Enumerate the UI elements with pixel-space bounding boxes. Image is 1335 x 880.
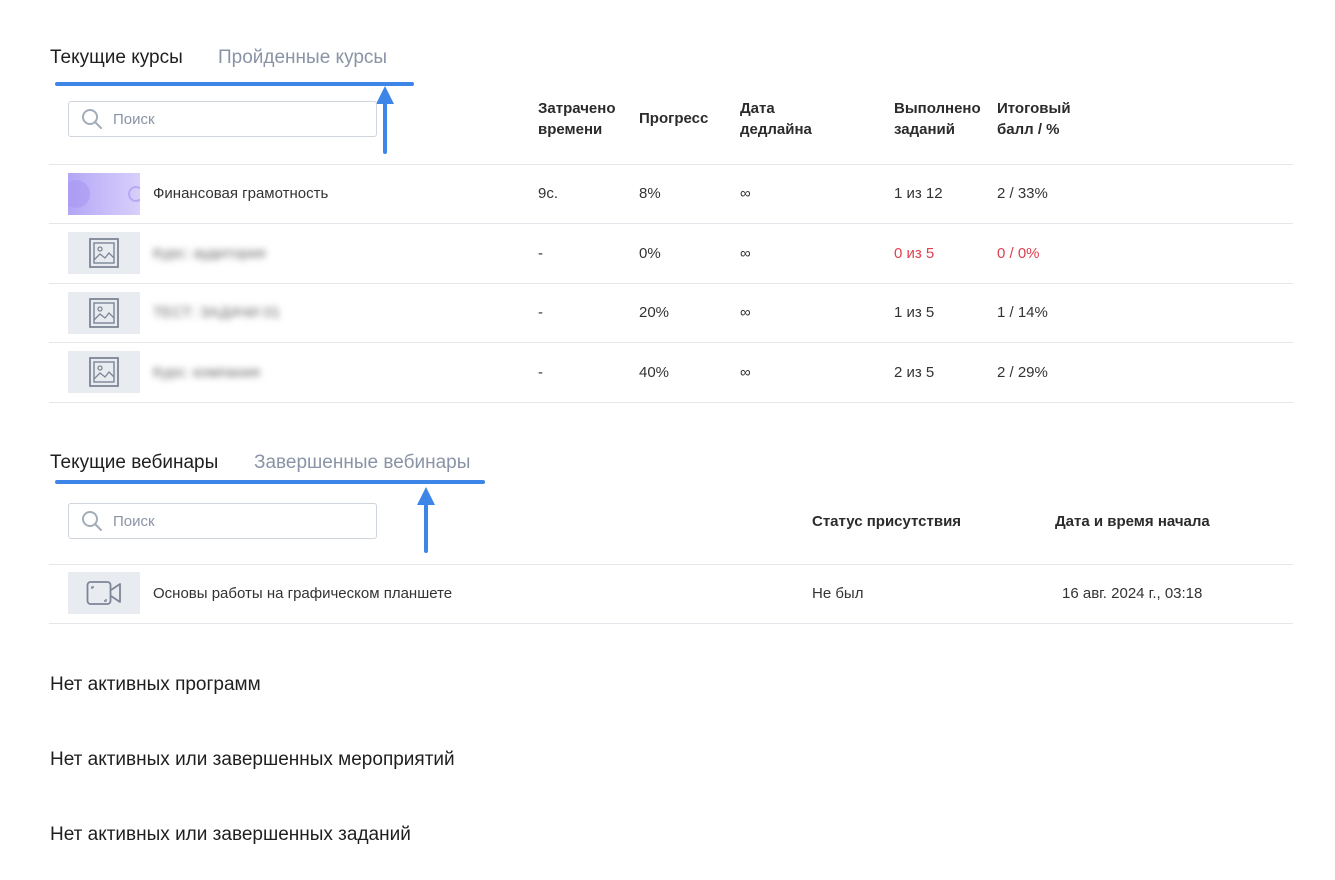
tab-completed-webinars[interactable]: Завершенные вебинары <box>254 451 470 475</box>
divider <box>49 164 1293 165</box>
webinars-search-field[interactable] <box>68 503 377 539</box>
course-time: - <box>538 245 543 262</box>
course-tasks-done: 1 из 12 <box>894 185 943 202</box>
webinar-thumbnail <box>68 572 140 614</box>
webinars-search-input[interactable] <box>113 512 353 530</box>
course-thumbnail <box>68 173 140 215</box>
course-score: 2 / 29% <box>997 364 1048 381</box>
course-tasks-done: 1 из 5 <box>894 304 935 321</box>
webinar-start: 16 авг. 2024 г., 03:18 <box>1062 585 1203 602</box>
header-attendance-status: Статус присутствия <box>812 513 962 530</box>
header-tasks-done: Выполнено заданий <box>894 100 981 138</box>
course-title[interactable]: ТЕСТ: ЗАДАЧИ 01 <box>153 303 280 323</box>
course-thumbnail <box>68 351 140 393</box>
no-programs-message: Нет активных программ <box>50 674 261 695</box>
course-tasks-done: 2 из 5 <box>894 364 935 381</box>
course-title[interactable]: Финансовая грамотность <box>153 184 328 204</box>
header-deadline: Дата дедлайна <box>740 100 812 138</box>
course-progress: 8% <box>639 185 661 202</box>
divider <box>49 402 1293 403</box>
course-thumbnail <box>68 232 140 274</box>
tab-completed-courses[interactable]: Пройденные курсы <box>218 46 387 70</box>
divider <box>49 223 1293 224</box>
course-progress: 0% <box>639 245 661 262</box>
course-time: 9с. <box>538 185 559 202</box>
course-progress: 20% <box>639 304 670 321</box>
no-events-message: Нет активных или завершенных мероприятий <box>50 749 455 770</box>
divider <box>49 283 1293 284</box>
course-deadline: ∞ <box>740 304 751 321</box>
image-placeholder-icon <box>89 298 119 328</box>
course-progress: 40% <box>639 364 670 381</box>
course-time: - <box>538 364 543 381</box>
course-deadline: ∞ <box>740 245 751 262</box>
course-tasks-done: 0 из 5 <box>894 245 935 262</box>
header-progress: Прогресс <box>639 110 709 127</box>
no-tasks-message: Нет активных или завершенных заданий <box>50 824 411 845</box>
divider <box>49 564 1293 565</box>
header-final-score: Итоговый балл / % <box>997 100 1071 138</box>
course-title[interactable]: Курс: аудитория <box>153 244 265 264</box>
course-cover-image <box>68 180 140 208</box>
course-deadline: ∞ <box>740 185 751 202</box>
courses-search-input[interactable] <box>113 110 353 128</box>
arrow-shaft <box>383 100 387 154</box>
course-title[interactable]: Курс: компания <box>153 363 260 383</box>
webinar-title[interactable]: Основы работы на графическом планшете <box>153 584 452 604</box>
image-placeholder-icon <box>89 357 119 387</box>
webinar-attendance: Не был <box>812 585 864 602</box>
arrow-shaft <box>424 501 428 553</box>
course-time: - <box>538 304 543 321</box>
header-time-spent: Затрачено времени <box>538 100 616 138</box>
webinars-tabs-underline-annotation <box>55 480 485 484</box>
video-camera-icon <box>86 581 121 605</box>
course-deadline: ∞ <box>740 364 751 381</box>
header-start-datetime: Дата и время начала <box>1055 513 1210 530</box>
course-score: 0 / 0% <box>997 245 1040 262</box>
divider <box>49 342 1293 343</box>
tab-current-webinars[interactable]: Текущие вебинары <box>50 451 218 475</box>
divider <box>49 623 1293 624</box>
courses-tabs-underline-annotation <box>55 82 414 86</box>
course-thumbnail <box>68 292 140 334</box>
tab-current-courses[interactable]: Текущие курсы <box>50 46 183 70</box>
course-score: 1 / 14% <box>997 304 1048 321</box>
courses-search-field[interactable] <box>68 101 377 137</box>
search-icon <box>82 511 102 531</box>
course-score: 2 / 33% <box>997 185 1048 202</box>
image-placeholder-icon <box>89 238 119 268</box>
search-icon <box>82 109 102 129</box>
